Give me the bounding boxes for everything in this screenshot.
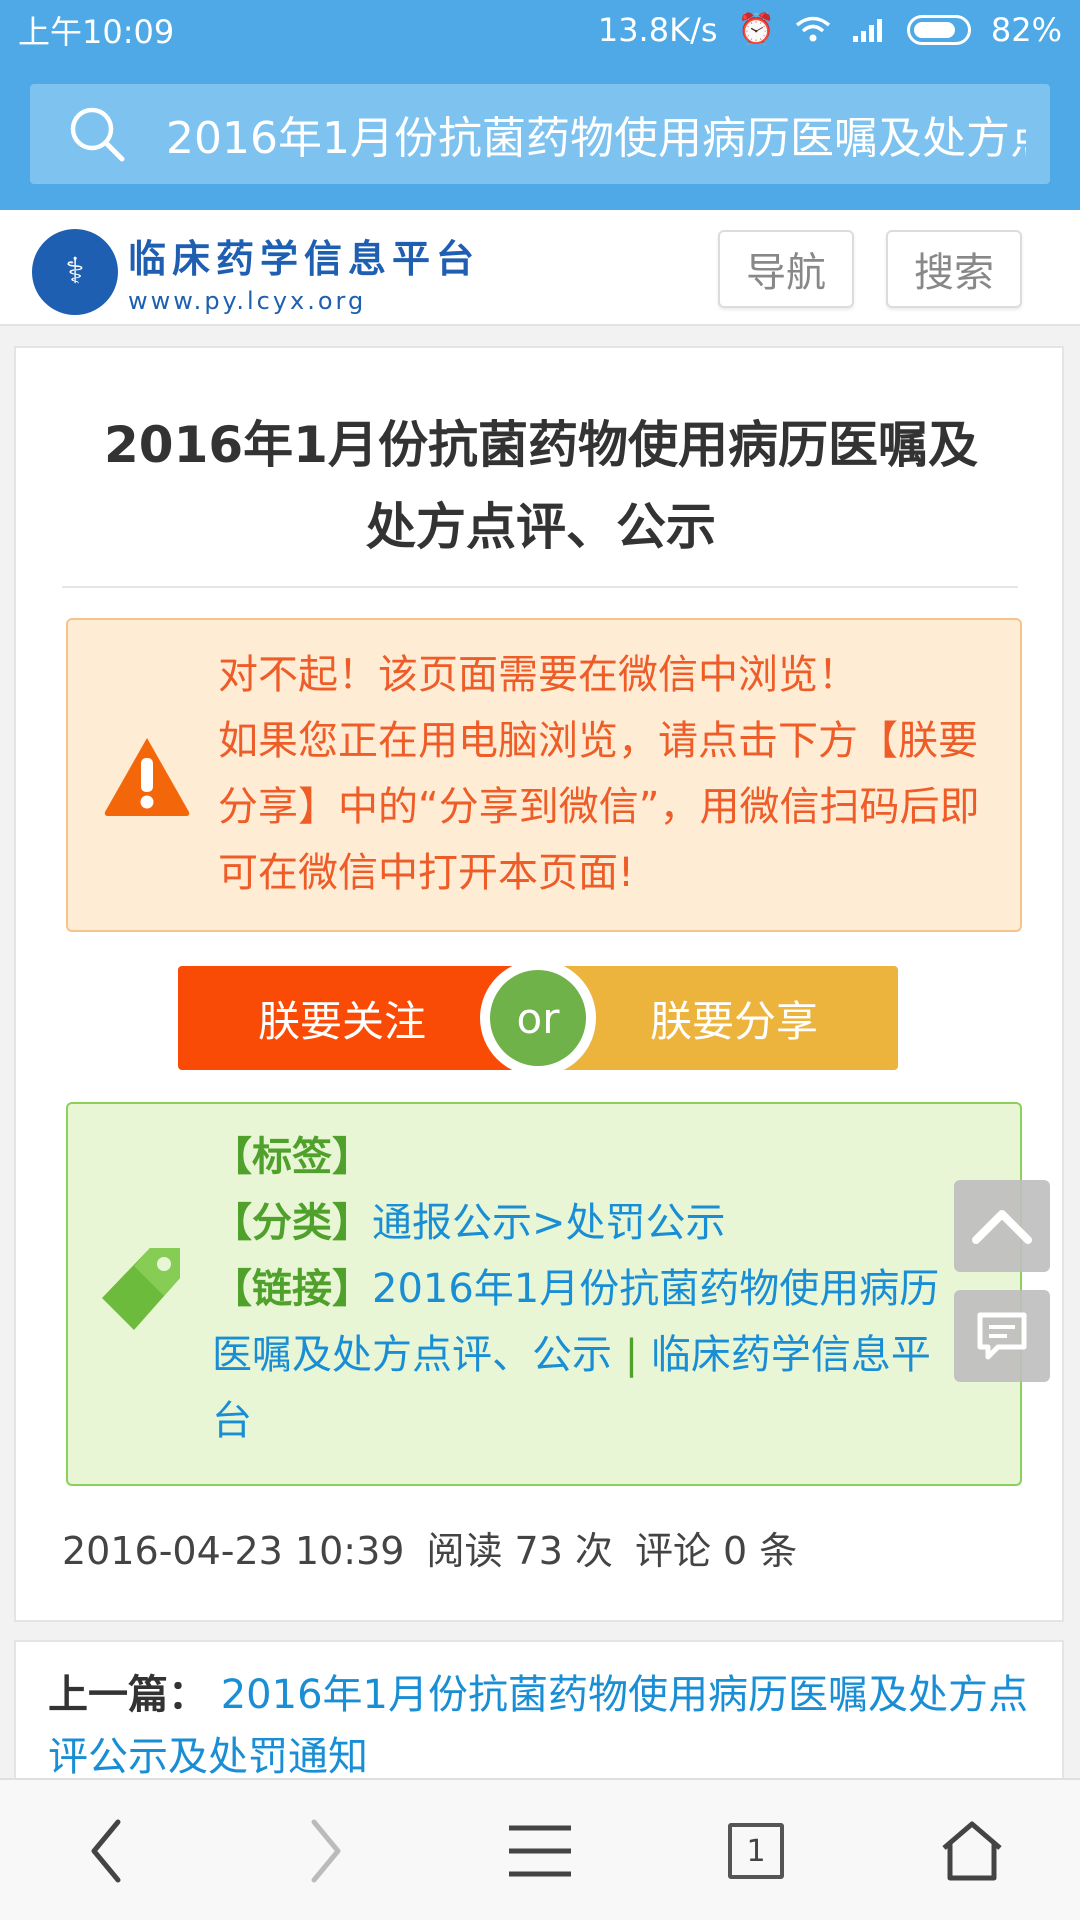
- logo-name: 临床药学信息平台: [128, 237, 481, 281]
- category-child-link[interactable]: 处罚公示: [566, 1200, 726, 1246]
- url-text: 2016年1月份抗菌药物使用病历医嘱及处方点评、公示: [166, 113, 1026, 164]
- forward-button[interactable]: [266, 1806, 386, 1896]
- or-badge: or: [480, 960, 596, 1076]
- wifi-icon: [795, 16, 830, 42]
- comment-icon: [977, 1312, 1027, 1360]
- logo-emblem-icon: ⚕: [32, 228, 118, 315]
- tag-line-link: 【链接】2016年1月份抗菌药物使用病历医嘱及处方点评、公示 | 临床药学信息平…: [212, 1256, 952, 1454]
- comment-count: 评论 0 条: [634, 1529, 798, 1573]
- prev-article-card: 上一篇： 2016年1月份抗菌药物使用病历医嘱及处方点评公示及处罚通知: [14, 1640, 1064, 1780]
- wechat-warning-box: 对不起！该页面需要在微信中浏览！ 如果您正在用电脑浏览，请点击下方【朕要分享】中…: [66, 618, 1022, 932]
- alarm-icon: ⏰: [737, 12, 775, 47]
- forward-icon: [311, 1819, 341, 1883]
- tab-count: 1: [728, 1823, 784, 1879]
- browser-bottom-bar: 1: [0, 1778, 1080, 1920]
- warning-line-2: 如果您正在用电脑浏览，请点击下方【朕要分享】中的“分享到微信”，用微信扫码后即可…: [218, 718, 980, 896]
- chevron-up-icon: [972, 1210, 1032, 1244]
- battery-icon: [906, 15, 971, 45]
- url-bar[interactable]: 2016年1月份抗菌药物使用病历医嘱及处方点评、公示: [30, 84, 1050, 184]
- battery-fill: [913, 22, 955, 38]
- signal-icon: [852, 19, 882, 42]
- menu-button[interactable]: [480, 1806, 600, 1896]
- site-header: ⚕ 临床药学信息平台 www.py.lcyx.org 导航 搜索: [0, 210, 1080, 326]
- article-meta: 2016-04-23 10:39 阅读 73 次评论 0 条: [62, 1520, 819, 1575]
- tag-line-tags: 【标签】: [212, 1124, 952, 1190]
- warning-line-1: 对不起！该页面需要在微信中浏览！: [218, 652, 858, 698]
- tag-line-category: 【分类】通报公示>处罚公示: [212, 1190, 952, 1256]
- publish-datetime: 2016-04-23 10:39: [62, 1529, 405, 1573]
- back-button[interactable]: [46, 1806, 166, 1896]
- menu-icon: [509, 1825, 571, 1877]
- home-button[interactable]: [912, 1806, 1032, 1896]
- link-key-label: 【链接】: [212, 1266, 372, 1312]
- follow-share-row: 朕要关注 朕要分享 or: [178, 960, 898, 1076]
- link-separator: |: [612, 1332, 651, 1378]
- tag-lines: 【标签】 【分类】通报公示>处罚公示 【链接】2016年1月份抗菌药物使用病历医…: [212, 1124, 952, 1454]
- warning-icon: [104, 738, 190, 816]
- battery-percent: 82%: [990, 11, 1062, 49]
- back-icon: [91, 1819, 121, 1883]
- status-bar: 上午10:09 13.8K/s ⏰ 82%: [0, 0, 1080, 60]
- logo-text: 临床药学信息平台 www.py.lcyx.org: [128, 228, 480, 315]
- status-right: 13.8K/s ⏰ 82%: [598, 11, 1062, 49]
- back-to-top-button[interactable]: [954, 1180, 1050, 1272]
- search-button[interactable]: 搜索: [886, 230, 1022, 308]
- prev-article-label: 上一篇：: [48, 1672, 208, 1718]
- title-divider: [62, 586, 1018, 588]
- logo-url: www.py.lcyx.org: [128, 287, 367, 315]
- warning-text: 对不起！该页面需要在微信中浏览！ 如果您正在用电脑浏览，请点击下方【朕要分享】中…: [218, 642, 998, 906]
- category-separator: >: [532, 1200, 566, 1246]
- tabs-button[interactable]: 1: [696, 1806, 816, 1896]
- tag-info-box: 【标签】 【分类】通报公示>处罚公示 【链接】2016年1月份抗菌药物使用病历医…: [66, 1102, 1022, 1486]
- tag-icon: [102, 1248, 180, 1330]
- status-time: 上午10:09: [18, 13, 175, 51]
- net-speed: 13.8K/s: [597, 11, 718, 49]
- prev-article: 上一篇： 2016年1月份抗菌药物使用病历医嘱及处方点评公示及处罚通知: [48, 1664, 1038, 1778]
- article-title: 2016年1月份抗菌药物使用病历医嘱及处方点评、公示: [104, 416, 978, 556]
- search-icon: [70, 107, 125, 162]
- category-key-label: 【分类】: [212, 1200, 372, 1246]
- tag-key-label: 【标签】: [212, 1134, 372, 1180]
- or-label: or: [490, 970, 586, 1066]
- nav-button[interactable]: 导航: [718, 230, 854, 308]
- read-count: 阅读 73 次: [426, 1529, 613, 1573]
- category-parent-link[interactable]: 通报公示: [372, 1200, 532, 1246]
- comment-float-button[interactable]: [954, 1290, 1050, 1382]
- home-icon: [942, 1821, 1002, 1881]
- site-logo[interactable]: ⚕ 临床药学信息平台 www.py.lcyx.org: [32, 228, 480, 315]
- article-card: 2016年1月份抗菌药物使用病历医嘱及处方点评、公示 对不起！该页面需要在微信中…: [14, 346, 1064, 1622]
- browser-url-area: 2016年1月份抗菌药物使用病历医嘱及处方点评、公示: [0, 60, 1080, 210]
